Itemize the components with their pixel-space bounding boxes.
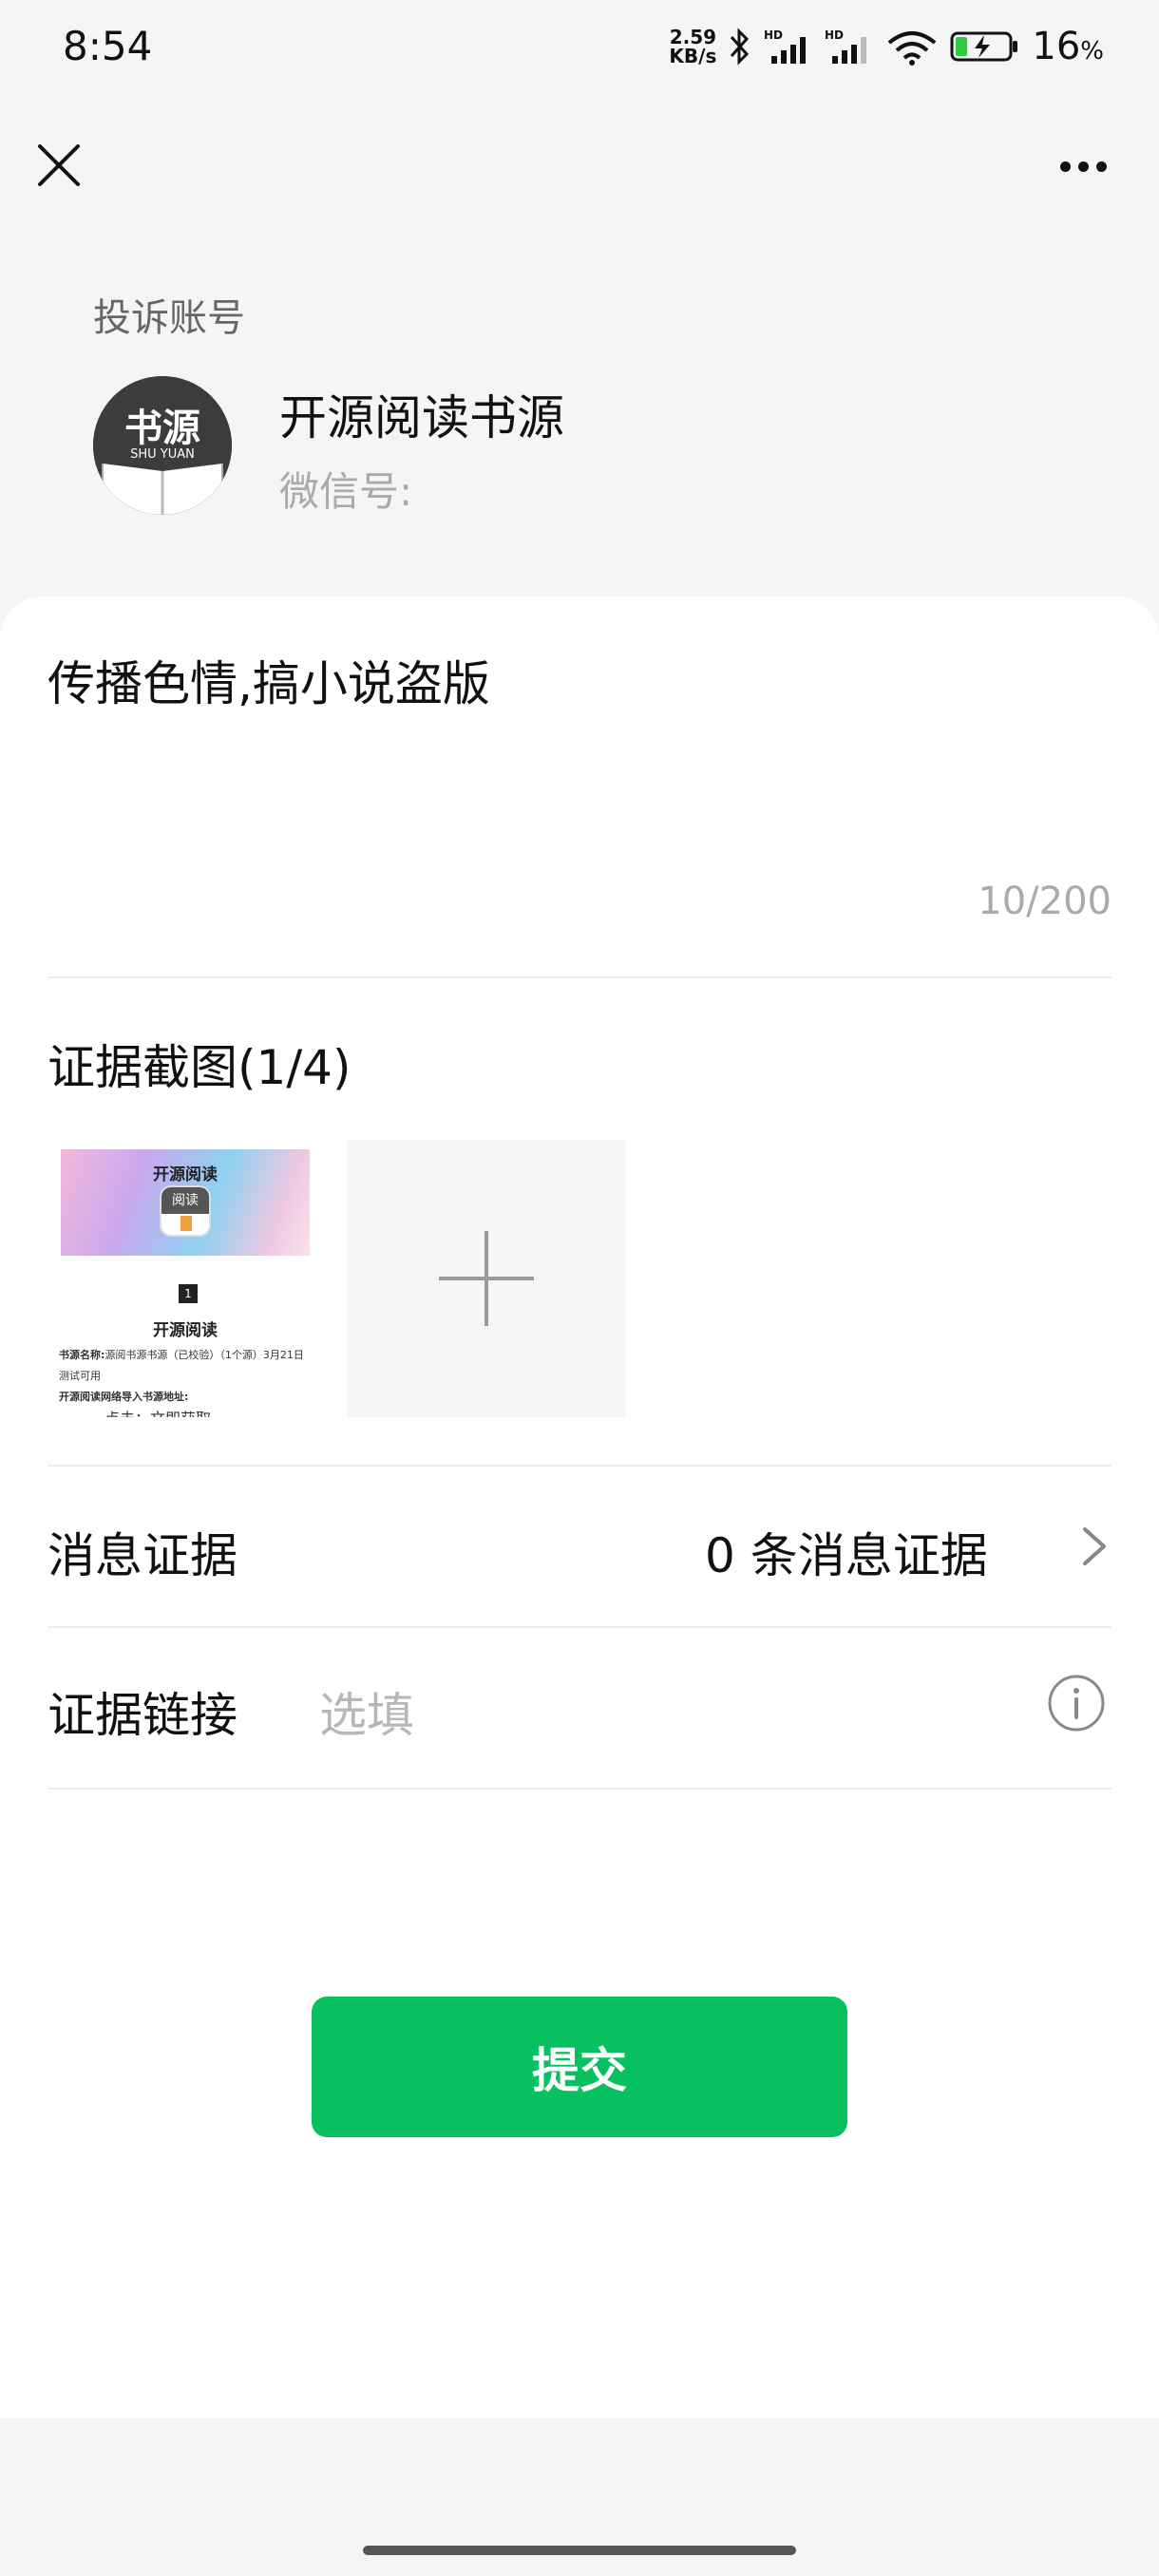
status-time: 8:54 bbox=[63, 23, 153, 69]
status-icons: 2.59 KB/s HD HD 16% bbox=[669, 23, 1104, 70]
status-bar: 8:54 2.59 KB/s HD HD 16% bbox=[0, 0, 1159, 95]
complaint-form-sheet bbox=[0, 597, 1159, 2418]
svg-text:HD: HD bbox=[764, 28, 783, 42]
signal-hd-icon-2: HD bbox=[825, 28, 867, 64]
character-counter: 10/200 bbox=[978, 880, 1112, 923]
divider bbox=[48, 1788, 1112, 1790]
chevron-right-icon[interactable] bbox=[1079, 1524, 1110, 1569]
divider bbox=[48, 1465, 1112, 1467]
avatar-logo: 书源 SHU YUAN bbox=[93, 376, 232, 515]
divider bbox=[48, 976, 1112, 978]
home-indicator[interactable] bbox=[363, 2546, 796, 2555]
app-icon: 阅读 bbox=[160, 1185, 211, 1237]
submit-button[interactable]: 提交 bbox=[312, 1997, 847, 2137]
wifi-icon bbox=[888, 31, 937, 66]
divider bbox=[48, 1626, 1112, 1628]
bluetooth-icon bbox=[731, 28, 750, 66]
network-speed: 2.59 KB/s bbox=[669, 26, 717, 67]
battery-icon bbox=[950, 31, 1018, 62]
message-evidence-count[interactable]: 0 条消息证据 bbox=[705, 1518, 988, 1586]
avatar-text-big: 书源 bbox=[124, 407, 200, 450]
avatar: 书源 SHU YUAN bbox=[93, 376, 232, 515]
plus-icon bbox=[439, 1231, 534, 1326]
avatar-text-small: SHU YUAN bbox=[130, 447, 195, 462]
close-icon[interactable] bbox=[28, 135, 89, 196]
complaint-reason-input[interactable]: 传播色情,搞小说盗版 bbox=[48, 646, 490, 714]
account-section-label: 投诉账号 bbox=[93, 296, 245, 340]
info-icon[interactable] bbox=[1047, 1674, 1106, 1733]
wechat-id-label: 微信号: bbox=[279, 468, 413, 515]
account-name: 开源阅读书源 bbox=[279, 390, 564, 445]
battery-percent: 16% bbox=[1032, 25, 1104, 68]
evidence-screenshots-title: 证据截图(1/4) bbox=[48, 1040, 352, 1095]
signal-hd-icon-1: HD bbox=[764, 28, 807, 64]
more-icon[interactable] bbox=[1045, 142, 1121, 190]
nav-bar bbox=[0, 114, 1159, 218]
evidence-screenshot-thumbnail[interactable]: 开源阅读 阅读 1 开源阅读 书源名称:源阅书源书源（已校验）（1个源）3月21… bbox=[48, 1136, 323, 1417]
add-screenshot-button[interactable] bbox=[348, 1140, 625, 1417]
thumbnail-banner: 开源阅读 阅读 bbox=[61, 1149, 310, 1256]
evidence-link-label: 证据链接 bbox=[48, 1688, 238, 1743]
complaint-page: 8:54 2.59 KB/s HD HD 16% 投诉账号 书源 SHU YUA… bbox=[0, 0, 1159, 2576]
evidence-link-input[interactable]: 选填 bbox=[319, 1677, 414, 1746]
svg-text:HD: HD bbox=[825, 28, 844, 42]
message-evidence-label: 消息证据 bbox=[48, 1528, 238, 1583]
